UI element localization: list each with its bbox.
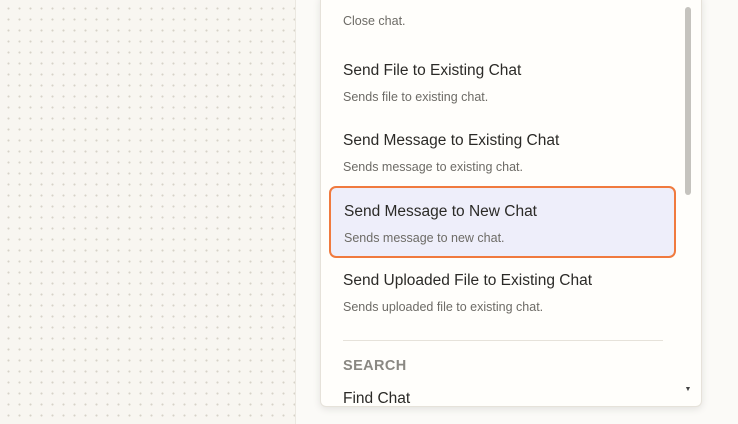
option-title: Send Message to Existing Chat	[343, 132, 560, 149]
section-divider	[343, 340, 663, 341]
option-description: Sends file to existing chat.	[343, 90, 489, 104]
option-description: Sends uploaded file to existing chat.	[343, 300, 544, 314]
scrollbar-thumb[interactable]	[685, 7, 691, 195]
option-send-message-to-existing-chat[interactable]: Send Message to Existing Chat Sends mess…	[343, 131, 679, 175]
option-title: Send Message to New Chat	[344, 203, 537, 220]
scroll-down-arrow-icon[interactable]: ▼	[683, 386, 693, 394]
workflow-canvas[interactable]	[0, 0, 296, 424]
option-description: Sends message to new chat.	[344, 231, 505, 245]
option-title: Send Uploaded File to Existing Chat	[343, 272, 593, 289]
option-title: Send File to Existing Chat	[343, 62, 522, 79]
option-close-chat[interactable]: Close chat.	[343, 13, 679, 29]
section-header-search: SEARCH	[343, 358, 407, 374]
option-find-chat[interactable]: Find Chat	[343, 390, 410, 406]
option-send-file-to-existing-chat[interactable]: Send File to Existing Chat Sends file to…	[343, 61, 679, 105]
scrollbar[interactable]: ▼	[683, 0, 693, 400]
option-send-uploaded-file-to-existing-chat[interactable]: Send Uploaded File to Existing Chat Send…	[343, 271, 679, 315]
option-description: Sends message to existing chat.	[343, 160, 523, 174]
action-dropdown[interactable]: Close chat. Send File to Existing Chat S…	[320, 0, 702, 407]
option-send-message-to-new-chat[interactable]: Send Message to New Chat Sends message t…	[329, 186, 676, 258]
option-description: Close chat.	[343, 14, 406, 28]
